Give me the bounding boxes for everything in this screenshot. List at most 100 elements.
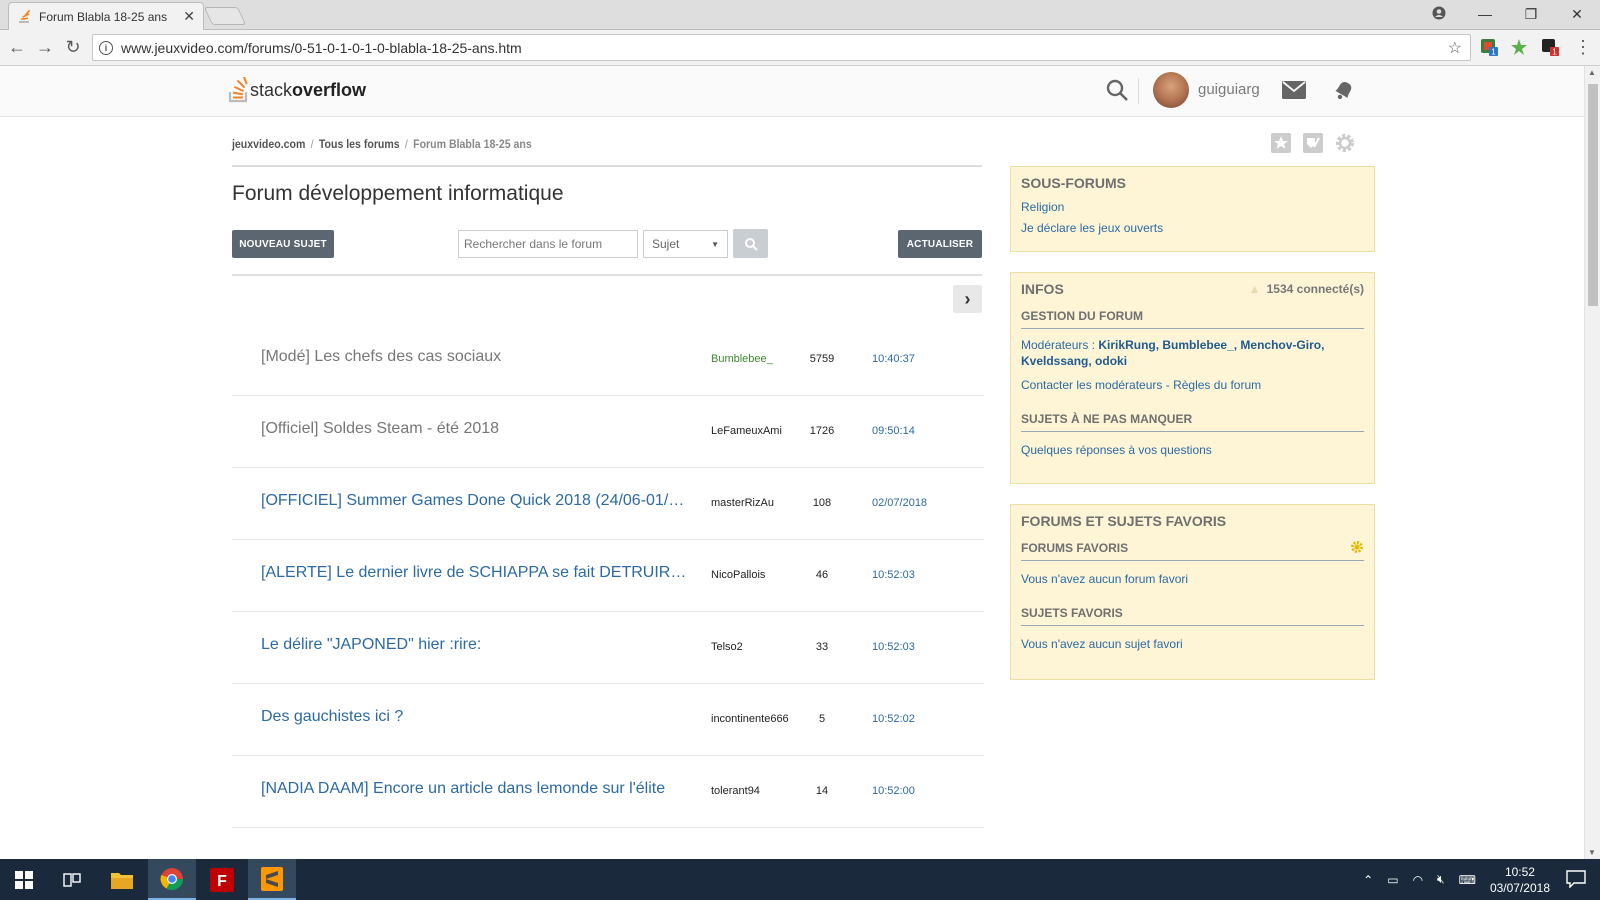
profile-icon[interactable] bbox=[1416, 6, 1462, 23]
browser-tab[interactable]: Forum Blabla 18-25 ans ✕ bbox=[8, 2, 204, 30]
extension-block-icon[interactable]: 1 bbox=[1541, 38, 1559, 56]
taskbar-chrome[interactable] bbox=[148, 859, 196, 900]
topic-author[interactable]: Bumblebee_ bbox=[711, 353, 773, 365]
topic-author[interactable]: LeFameuxAmi bbox=[711, 425, 782, 437]
topic-last-message[interactable]: 02/07/2018 bbox=[872, 497, 927, 509]
breadcrumb: jeuxvideo.com / Tous les forums / Forum Blab… bbox=[232, 137, 532, 151]
no-favorite-topic-text: Vous n'avez aucun sujet favori bbox=[1021, 637, 1183, 651]
close-window-icon[interactable]: ✕ bbox=[1554, 6, 1600, 23]
search-icon bbox=[744, 237, 758, 251]
topic-title[interactable]: [Officiel] Soldes Steam - été 2018 bbox=[261, 420, 691, 438]
tab-close-icon[interactable]: ✕ bbox=[183, 8, 195, 25]
must-see-title: SUJETS À NE PAS MANQUER bbox=[1021, 412, 1364, 432]
topic-author[interactable]: NicoPallois bbox=[711, 569, 765, 581]
topic-title[interactable]: [NADIA DAAM] Encore un article dans lemo… bbox=[261, 780, 691, 798]
topic-title[interactable]: Des gauchistes ici ? bbox=[261, 708, 691, 726]
stackoverflow-logo-icon bbox=[228, 77, 248, 103]
topic-last-message[interactable]: 10:40:37 bbox=[872, 353, 915, 365]
subforum-link-religion[interactable]: Religion bbox=[1021, 197, 1364, 218]
breadcrumb-current[interactable]: Forum Blabla 18-25 ans bbox=[413, 137, 532, 151]
divider bbox=[232, 274, 982, 276]
table-row[interactable]: [NADIA DAAM] Encore un article dans lemo… bbox=[232, 756, 984, 828]
topic-author[interactable]: incontinente666 bbox=[711, 713, 789, 725]
table-row[interactable]: Le délire "JAPONED" hier :rire: Telso2 33 1… bbox=[232, 612, 984, 684]
search-submit-button[interactable] bbox=[733, 229, 768, 258]
topic-author[interactable]: masterRizAu bbox=[711, 497, 774, 509]
action-center-icon[interactable] bbox=[1566, 870, 1586, 888]
bookmark-star-icon[interactable]: ☆ bbox=[1448, 38, 1462, 58]
table-row[interactable]: [Modé] Les chefs des cas sociaux Bumblebe… bbox=[232, 324, 984, 396]
table-row[interactable]: [ALERTE] Le dernier livre de SCHIAPPA se… bbox=[232, 540, 984, 612]
back-arrow-icon[interactable]: ← bbox=[6, 36, 28, 58]
site-info-icon[interactable]: i bbox=[99, 40, 113, 55]
avatar[interactable] bbox=[1153, 72, 1189, 108]
taskbar-filezilla[interactable]: F bbox=[198, 859, 246, 900]
next-page-button[interactable]: › bbox=[953, 285, 982, 313]
topic-last-message[interactable]: 10:52:03 bbox=[872, 569, 915, 581]
taskbar-file-explorer[interactable] bbox=[98, 859, 146, 900]
forward-arrow-icon[interactable]: → bbox=[34, 36, 56, 58]
favorites-panel: FORUMS ET SUJETS FAVORIS FORUMS FAVORIS … bbox=[1010, 504, 1375, 680]
chrome-icon bbox=[160, 867, 183, 890]
page-title: Forum développement informatique bbox=[232, 182, 564, 205]
topic-title[interactable]: [ALERTE] Le dernier livre de SCHIAPPA se… bbox=[261, 564, 691, 582]
page-scrollbar[interactable]: ▲ ▼ bbox=[1584, 66, 1600, 859]
maximize-icon[interactable]: ❐ bbox=[1508, 6, 1554, 23]
favorites-title: FORUMS ET SUJETS FAVORIS bbox=[1021, 513, 1227, 529]
volume-muted-icon[interactable]: 🔇︎ bbox=[1437, 872, 1445, 887]
topic-title[interactable]: Le délire "JAPONED" hier :rire: bbox=[261, 636, 691, 654]
minimize-icon[interactable]: — bbox=[1462, 6, 1508, 22]
notification-bell-icon[interactable] bbox=[1332, 78, 1356, 102]
divider bbox=[232, 165, 982, 167]
extension-pin-icon[interactable] bbox=[1510, 38, 1528, 56]
topic-author[interactable]: tolerant94 bbox=[711, 785, 760, 797]
search-type-select[interactable]: Sujet ▼ bbox=[643, 230, 728, 258]
mail-icon[interactable] bbox=[1282, 81, 1306, 99]
wifi-icon[interactable]: ◠ bbox=[1413, 873, 1423, 887]
favorite-star-icon[interactable] bbox=[1270, 132, 1292, 154]
reload-icon[interactable]: ↻ bbox=[62, 36, 84, 58]
topic-reply-count: 33 bbox=[815, 641, 829, 653]
contact-moderators-link[interactable]: Contacter les modérateurs bbox=[1021, 378, 1162, 392]
table-row[interactable]: [Officiel] Soldes Steam - été 2018 LeFame… bbox=[232, 396, 984, 468]
extension-stats-icon[interactable]: 1 bbox=[1480, 38, 1498, 56]
scroll-down-arrow-icon[interactable]: ▼ bbox=[1588, 848, 1596, 857]
scroll-up-arrow-icon[interactable]: ▲ bbox=[1588, 68, 1596, 77]
refresh-button[interactable]: ACTUALISER bbox=[898, 230, 982, 258]
topic-last-message[interactable]: 10:52:03 bbox=[872, 641, 915, 653]
topic-last-message[interactable]: 09:50:14 bbox=[872, 425, 915, 437]
table-row[interactable]: [OFFICIEL] Summer Games Done Quick 2018 … bbox=[232, 468, 984, 540]
new-topic-button[interactable]: NOUVEAU SUJET bbox=[232, 230, 334, 258]
subforums-panel: SOUS-FORUMS Religion Je déclare les jeux… bbox=[1010, 166, 1375, 252]
battery-icon[interactable]: ▭ bbox=[1387, 873, 1398, 887]
system-clock[interactable]: 10:52 03/07/2018 bbox=[1490, 864, 1550, 896]
task-view-button[interactable] bbox=[48, 859, 96, 900]
breadcrumb-home[interactable]: jeuxvideo.com bbox=[232, 137, 305, 151]
must-see-link[interactable]: Quelques réponses à vos questions bbox=[1021, 440, 1364, 461]
settings-gear-icon[interactable] bbox=[1350, 540, 1364, 554]
topic-last-message[interactable]: 10:52:00 bbox=[872, 785, 915, 797]
infos-panel: INFOS ▲ 1534 connecté(s) GESTION DU FORUM… bbox=[1010, 272, 1375, 484]
new-tab-button[interactable] bbox=[203, 7, 247, 25]
topic-author[interactable]: Telso2 bbox=[711, 641, 743, 653]
settings-gear-icon[interactable] bbox=[1334, 132, 1356, 154]
site-logo[interactable]: stack overflow bbox=[228, 77, 366, 103]
topic-title[interactable]: [Modé] Les chefs des cas sociaux bbox=[261, 348, 691, 366]
keyboard-icon[interactable]: ⌨ bbox=[1459, 873, 1476, 887]
search-icon[interactable] bbox=[1105, 78, 1129, 102]
chevron-up-icon[interactable]: ⌃ bbox=[1363, 873, 1373, 887]
topic-title[interactable]: [OFFICIEL] Summer Games Done Quick 2018 … bbox=[261, 492, 691, 510]
menu-dots-icon[interactable]: ⋮ bbox=[1572, 36, 1594, 58]
topic-last-message[interactable]: 10:52:02 bbox=[872, 713, 915, 725]
forum-rules-link[interactable]: Règles du forum bbox=[1173, 378, 1261, 392]
moderation-icon[interactable] bbox=[1302, 132, 1324, 154]
username[interactable]: guiguiarg bbox=[1198, 81, 1260, 98]
breadcrumb-all-forums[interactable]: Tous les forums bbox=[319, 137, 400, 151]
subforum-link-jeux-ouverts[interactable]: Je déclare les jeux ouverts bbox=[1021, 218, 1364, 239]
start-button[interactable] bbox=[0, 859, 48, 900]
scroll-thumb[interactable] bbox=[1588, 84, 1598, 306]
taskbar-sublime[interactable] bbox=[248, 859, 296, 900]
forum-search-input[interactable]: Rechercher dans le forum bbox=[458, 230, 638, 258]
table-row[interactable]: Des gauchistes ici ? incontinente666 5 10:5… bbox=[232, 684, 984, 756]
address-bar[interactable]: i www.jeuxvideo.com/forums/0-51-0-1-0-1-… bbox=[92, 34, 1471, 61]
